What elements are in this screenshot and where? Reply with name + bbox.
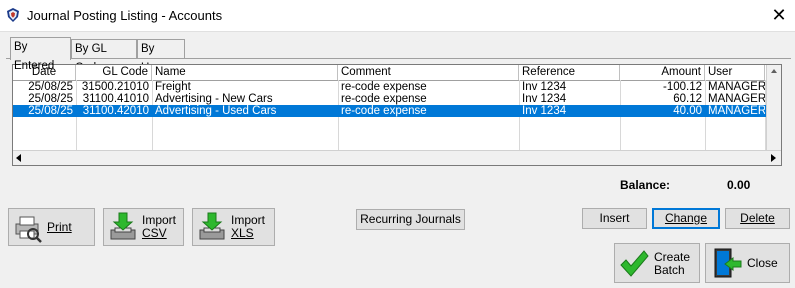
scroll-up-icon[interactable] (771, 69, 777, 73)
cell-name: Advertising - Used Cars (155, 105, 277, 117)
cell-comment: re-code expense (341, 93, 427, 105)
journal-grid[interactable]: Date GL Code Name Comment Reference Amou… (12, 64, 782, 166)
scroll-right-icon[interactable] (771, 154, 776, 162)
insert-button[interactable]: Insert (582, 208, 647, 229)
change-button[interactable]: Change (652, 208, 720, 229)
cell-reference: Inv 1234 (522, 105, 567, 117)
cell-reference: Inv 1234 (522, 93, 567, 105)
table-row[interactable]: 25/08/25 31100.41010 Advertising - New C… (13, 93, 769, 105)
recurring-journals-label: Recurring Journals (360, 212, 461, 226)
tab-label: By Entered (14, 41, 55, 72)
cell-user: MANAGER (708, 81, 765, 93)
close-button[interactable]: Close (705, 243, 790, 283)
exit-door-icon (714, 248, 742, 278)
cell-amount: -100.12 (662, 81, 702, 93)
col-name[interactable]: Name (152, 65, 338, 80)
cell-reference: Inv 1234 (522, 81, 567, 93)
change-label: Change (664, 211, 708, 225)
cell-gl-code: 31100.42010 (82, 105, 149, 117)
scroll-left-icon[interactable] (16, 154, 21, 162)
col-user[interactable]: User (705, 65, 765, 80)
delete-button[interactable]: Delete (725, 208, 790, 229)
close-label: Close (747, 256, 778, 270)
col-amount[interactable]: Amount (620, 65, 705, 80)
cell-date: 25/08/25 (28, 81, 73, 93)
import-xls-label-2: XLS (231, 226, 254, 240)
import-csv-button[interactable]: Import CSV (103, 208, 184, 246)
cell-user: MANAGER (708, 93, 765, 105)
recurring-journals-button[interactable]: Recurring Journals (356, 209, 465, 230)
horizontal-scrollbar[interactable] (13, 150, 781, 165)
delete-label: Delete (740, 211, 775, 225)
import-xls-icon (199, 212, 225, 240)
tab-by-user[interactable]: By User (137, 39, 185, 74)
col-comment[interactable]: Comment (338, 65, 519, 80)
close-icon[interactable]: ✕ (769, 4, 789, 26)
import-csv-icon (110, 212, 136, 240)
cell-date: 25/08/25 (28, 93, 73, 105)
title-bar: Journal Posting Listing - Accounts ✕ (0, 0, 795, 32)
grid-header: Date GL Code Name Comment Reference Amou… (13, 65, 781, 81)
cell-name: Freight (155, 81, 191, 93)
cell-amount: 40.00 (673, 105, 702, 117)
cell-name: Advertising - New Cars (155, 93, 273, 105)
app-shield-icon (7, 8, 19, 22)
balance-label: Balance: (620, 178, 671, 192)
cell-gl-code: 31500.21010 (81, 81, 149, 93)
printer-icon (15, 216, 42, 243)
checkmark-icon (620, 250, 649, 277)
cell-amount: 60.12 (673, 93, 702, 105)
vertical-scrollbar[interactable] (766, 65, 781, 151)
window-title: Journal Posting Listing - Accounts (27, 8, 223, 23)
cell-comment: re-code expense (341, 105, 427, 117)
import-xls-button[interactable]: Import XLS (192, 208, 275, 246)
cell-comment: re-code expense (341, 81, 427, 93)
print-button[interactable]: Print (8, 208, 95, 246)
tab-by-entered[interactable]: By Entered (10, 37, 71, 72)
cell-date: 25/08/25 (28, 105, 73, 117)
print-label: Print (47, 220, 72, 234)
create-batch-label-2: Batch (654, 263, 685, 277)
cell-gl-code: 31100.41010 (82, 93, 149, 105)
col-gl-code[interactable]: GL Code (76, 65, 152, 80)
balance-value: 0.00 (727, 178, 751, 192)
table-row-selected[interactable]: 25/08/25 31100.42010 Advertising - Used … (13, 105, 769, 117)
import-csv-label-2: CSV (142, 226, 167, 240)
create-batch-button[interactable]: Create Batch (614, 243, 700, 283)
insert-label: Insert (599, 211, 630, 225)
col-reference[interactable]: Reference (519, 65, 620, 80)
table-row[interactable]: 25/08/25 31500.21010 Freight re-code exp… (13, 81, 769, 93)
tab-divider (6, 58, 791, 59)
cell-user: MANAGER (708, 105, 765, 117)
tab-by-gl-code[interactable]: By GL Code (71, 39, 137, 74)
